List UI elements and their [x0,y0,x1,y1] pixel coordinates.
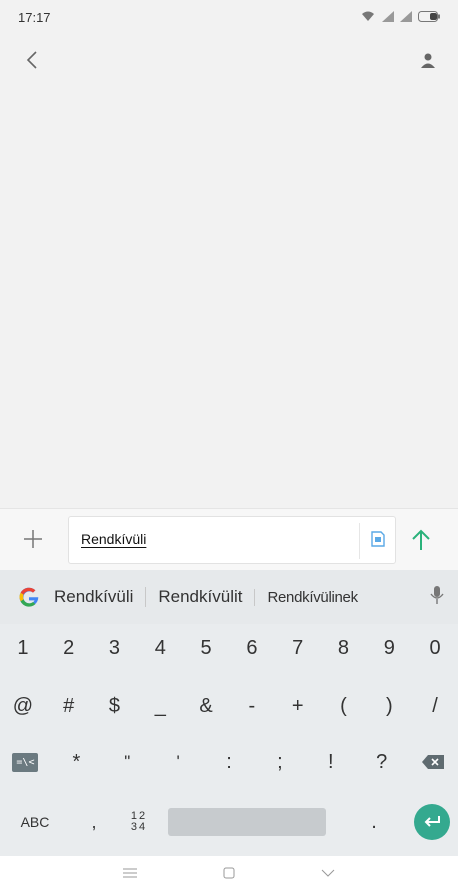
key-slash[interactable]: / [412,686,458,726]
status-icons [360,10,440,25]
key-colon[interactable]: : [204,742,255,782]
numpad-bottom: 34 [130,821,148,833]
suggestion-1[interactable]: Rendkívüli [42,587,145,607]
key-semicolon[interactable]: ; [254,742,305,782]
symbol-row-2: =\< * " ' : ; ! ? [0,742,458,782]
keyboard: Rendkívüli Rendkívülit Rendkívülinek 1 2… [0,570,458,880]
key-close-paren[interactable]: ) [366,686,412,726]
battery-icon [418,10,440,25]
key-0[interactable]: 0 [412,628,458,668]
key-exclamation[interactable]: ! [305,742,356,782]
input-divider [359,523,360,559]
key-double-quote[interactable]: " [102,742,153,782]
key-2[interactable]: 2 [46,628,92,668]
status-bar: 17:17 [0,0,458,34]
person-icon[interactable] [420,52,436,68]
message-input-text: Rendkívüli [81,531,147,547]
system-nav-bar [0,856,458,890]
google-g-icon[interactable] [16,584,42,610]
suggestion-bar: Rendkívüli Rendkívülit Rendkívülinek [0,570,458,624]
key-1[interactable]: 1 [0,628,46,668]
key-question[interactable]: ? [356,742,407,782]
key-6[interactable]: 6 [229,628,275,668]
send-arrow-icon[interactable] [410,523,444,557]
key-3[interactable]: 3 [92,628,138,668]
numpad-key[interactable]: 12 34 [118,802,160,842]
enter-icon[interactable] [414,804,450,840]
symbols-toggle-key[interactable]: =\< [0,742,51,782]
compose-bar: Rendkívüli [0,508,458,570]
key-underscore[interactable]: _ [137,686,183,726]
key-minus[interactable]: - [229,686,275,726]
wifi-icon [360,10,376,25]
key-at[interactable]: @ [0,686,46,726]
suggestion-2[interactable]: Rendkívülit [145,587,254,607]
signal-icon [382,10,394,25]
space-bar[interactable] [168,808,326,836]
suggestion-3[interactable]: Rendkívülinek [254,588,365,606]
bottom-row: ABC , 12 34 . [0,802,458,842]
key-comma[interactable]: , [70,802,118,842]
microphone-icon[interactable] [430,585,444,610]
message-input[interactable]: Rendkívüli [68,516,396,564]
key-asterisk[interactable]: * [51,742,102,782]
menu-icon[interactable] [123,868,137,878]
key-5[interactable]: 5 [183,628,229,668]
symbols-toggle-label: =\< [12,752,39,772]
sim-card-icon[interactable] [371,531,389,549]
status-time: 17:17 [18,9,51,25]
key-4[interactable]: 4 [137,628,183,668]
key-open-paren[interactable]: ( [321,686,367,726]
key-hash[interactable]: # [46,686,92,726]
abc-key[interactable]: ABC [0,802,70,842]
key-8[interactable]: 8 [321,628,367,668]
message-thread[interactable] [0,82,458,500]
home-icon[interactable] [223,867,235,879]
key-7[interactable]: 7 [275,628,321,668]
key-single-quote[interactable]: ' [153,742,204,782]
key-plus[interactable]: + [275,686,321,726]
key-ampersand[interactable]: & [183,686,229,726]
key-dollar[interactable]: $ [92,686,138,726]
number-row: 1 2 3 4 5 6 7 8 9 0 [0,628,458,668]
back-chevron-icon[interactable] [26,51,38,69]
backspace-icon[interactable] [407,742,458,782]
symbol-row-1: @ # $ _ & - + ( ) / [0,686,458,726]
key-9[interactable]: 9 [366,628,412,668]
conversation-header [0,40,458,80]
key-period[interactable]: . [344,802,404,842]
plus-icon[interactable] [22,525,50,553]
signal-icon [400,10,412,25]
back-icon[interactable] [321,869,335,878]
